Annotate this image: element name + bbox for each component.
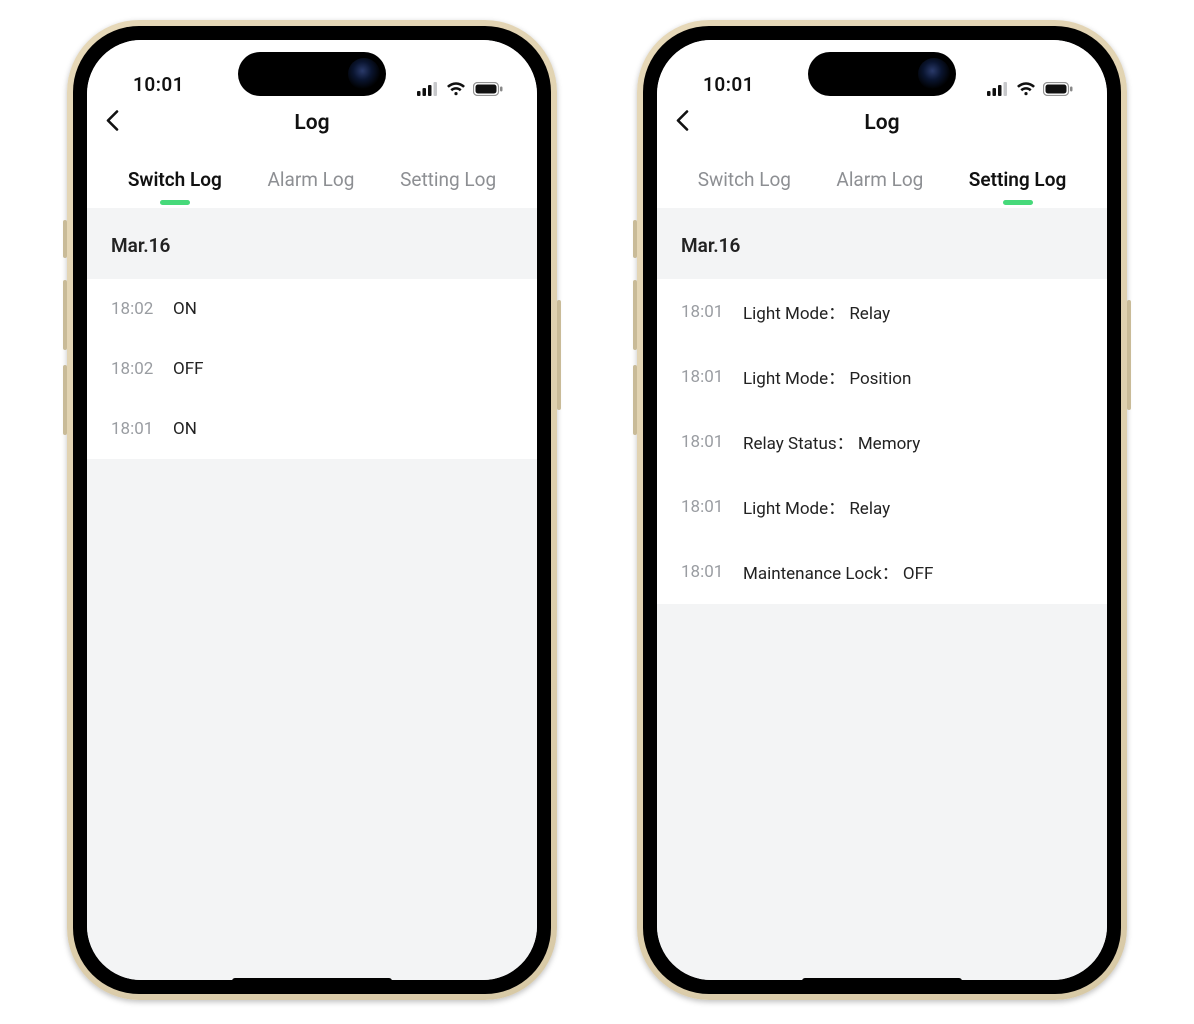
log-time: 18:01: [681, 432, 743, 452]
side-button: [63, 365, 67, 435]
log-time: 18:01: [681, 562, 743, 582]
phone-mockup-right: 10:01 Log Switch Log Alarm Log Setting L…: [637, 20, 1127, 1000]
side-button: [63, 220, 67, 258]
tab-alarm-log[interactable]: Alarm Log: [836, 168, 923, 191]
log-row: 18:01 Light Mode： Position: [657, 344, 1107, 409]
wifi-icon: [1016, 82, 1036, 96]
log-text: Relay Status： Memory: [743, 429, 920, 454]
date-header: Mar.16: [657, 208, 1107, 279]
home-indicator[interactable]: [232, 978, 392, 984]
cellular-icon: [987, 82, 1009, 96]
empty-area: [657, 604, 1107, 980]
page-header: Log: [657, 96, 1107, 150]
dynamic-island: [808, 52, 956, 96]
tab-setting-log[interactable]: Setting Log: [969, 168, 1067, 191]
log-text: ON: [173, 299, 197, 319]
log-text: ON: [173, 419, 197, 439]
log-time: 18:01: [681, 367, 743, 387]
tabs: Switch Log Alarm Log Setting Log: [87, 150, 537, 208]
phone-mockup-left: 10:01 Log Switch Log Alarm Log Setting L…: [67, 20, 557, 1000]
log-text: OFF: [173, 359, 204, 379]
date-header: Mar.16: [87, 208, 537, 279]
log-row: 18:01 Relay Status： Memory: [657, 409, 1107, 474]
cellular-icon: [417, 82, 439, 96]
log-text: Light Mode： Position: [743, 364, 911, 389]
camera-icon: [918, 58, 950, 90]
log-row: 18:01 Maintenance Lock： OFF: [657, 539, 1107, 604]
log-list[interactable]: 18:01 Light Mode： Relay 18:01 Light Mode…: [657, 279, 1107, 604]
date-text: Mar.16: [681, 234, 1083, 257]
page-title: Log: [294, 111, 329, 135]
back-icon[interactable]: [105, 110, 119, 137]
log-text: Light Mode： Relay: [743, 494, 890, 519]
log-row: 18:01 Light Mode： Relay: [657, 279, 1107, 344]
log-text: Light Mode： Relay: [743, 299, 890, 324]
log-time: 18:02: [111, 359, 173, 379]
side-button: [557, 300, 561, 410]
side-button: [63, 280, 67, 350]
log-text: Maintenance Lock： OFF: [743, 559, 933, 584]
tab-switch-log[interactable]: Switch Log: [698, 168, 791, 191]
side-button: [1127, 300, 1131, 410]
camera-icon: [348, 58, 380, 90]
tab-alarm-log[interactable]: Alarm Log: [268, 168, 355, 191]
status-time: 10:01: [133, 73, 184, 96]
log-list[interactable]: 18:02 ON 18:02 OFF 18:01 ON: [87, 279, 537, 459]
log-row: 18:01 Light Mode： Relay: [657, 474, 1107, 539]
wifi-icon: [446, 82, 466, 96]
page-header: Log: [87, 96, 537, 150]
battery-icon: [473, 82, 503, 96]
log-row: 18:02 OFF: [87, 339, 537, 399]
side-button: [633, 280, 637, 350]
empty-area: [87, 459, 537, 980]
log-time: 18:01: [111, 419, 173, 439]
dynamic-island: [238, 52, 386, 96]
home-indicator[interactable]: [802, 978, 962, 984]
battery-icon: [1043, 82, 1073, 96]
log-time: 18:02: [111, 299, 173, 319]
page-title: Log: [864, 111, 899, 135]
log-row: 18:02 ON: [87, 279, 537, 339]
side-button: [633, 220, 637, 258]
log-time: 18:01: [681, 302, 743, 322]
log-time: 18:01: [681, 497, 743, 517]
date-text: Mar.16: [111, 234, 513, 257]
log-row: 18:01 ON: [87, 399, 537, 459]
tabs: Switch Log Alarm Log Setting Log: [657, 150, 1107, 208]
tab-setting-log[interactable]: Setting Log: [400, 168, 496, 191]
back-icon[interactable]: [675, 110, 689, 137]
side-button: [633, 365, 637, 435]
status-time: 10:01: [703, 73, 754, 96]
tab-switch-log[interactable]: Switch Log: [128, 168, 222, 191]
